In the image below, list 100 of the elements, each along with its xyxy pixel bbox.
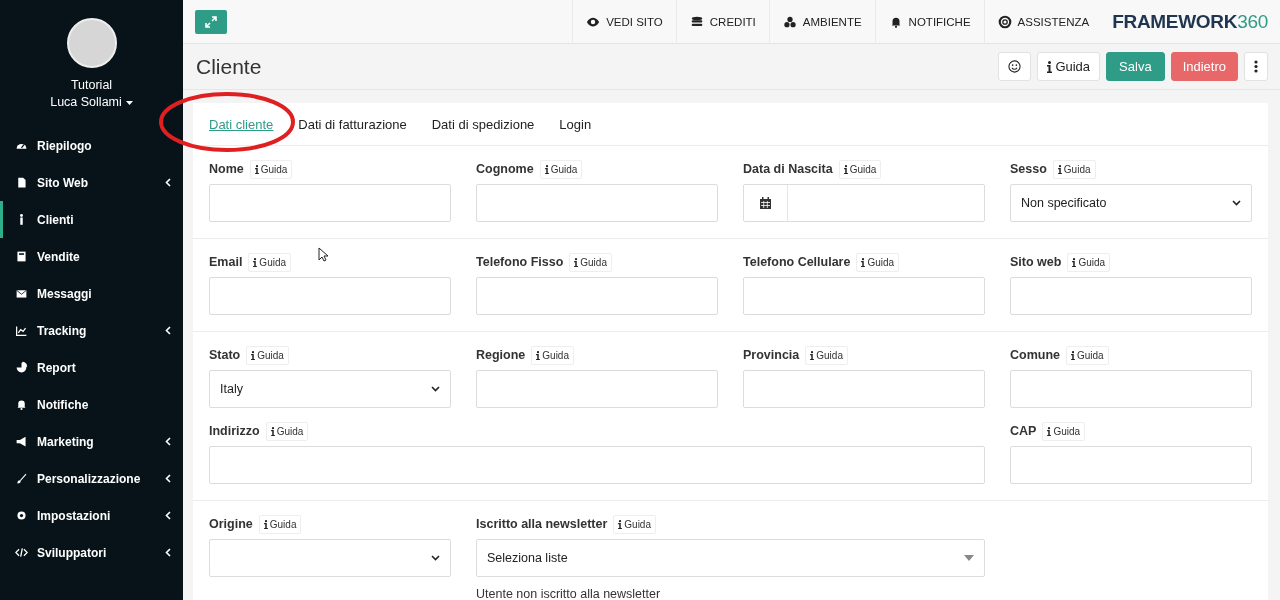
sidebar-item[interactable]: Sviluppatori	[0, 534, 183, 571]
guide-button[interactable]: Guida	[1067, 252, 1111, 272]
menu-item-icon	[15, 472, 28, 485]
info-icon	[251, 350, 256, 360]
info-icon	[1047, 60, 1053, 73]
text-field[interactable]	[476, 277, 718, 315]
tab[interactable]: Login	[559, 116, 592, 132]
date-field[interactable]	[743, 184, 985, 222]
text-field[interactable]	[1010, 277, 1252, 315]
top-nav-link[interactable]: CREDITI	[675, 0, 769, 44]
guide-button[interactable]: Guida	[613, 514, 656, 534]
tab[interactable]: Dati di fatturazione	[298, 116, 407, 132]
guide-button[interactable]: Guida	[1052, 159, 1096, 179]
info-icon	[843, 164, 848, 174]
sidebar-item[interactable]: Tracking	[0, 312, 183, 349]
tab[interactable]: Dati di spedizione	[431, 116, 535, 132]
emoji-button[interactable]	[998, 52, 1032, 81]
text-field[interactable]	[743, 370, 985, 408]
info-icon	[618, 519, 623, 529]
field-label: Sesso	[1010, 162, 1047, 176]
sidebar-item[interactable]: Vendite	[0, 238, 183, 275]
nav-icon	[689, 14, 704, 29]
sidebar-item[interactable]: Clienti	[0, 201, 183, 238]
sidebar-item[interactable]: Sito Web	[0, 164, 183, 201]
select-field[interactable]: Non specificato	[1010, 184, 1252, 222]
guide-button[interactable]: Guida	[1042, 421, 1086, 441]
smiley-icon	[1008, 60, 1022, 73]
menu-item-icon	[15, 546, 28, 559]
field-label: Regione	[476, 348, 526, 362]
menu-item-icon	[15, 176, 28, 189]
guide-button[interactable]: Guida	[569, 252, 612, 272]
text-field[interactable]	[209, 446, 985, 484]
top-nav-link[interactable]: ASSISTENZA	[983, 0, 1103, 44]
guide-button[interactable]: Guida	[531, 345, 574, 365]
info-icon	[254, 164, 259, 174]
guide-button[interactable]: Guida	[856, 252, 900, 272]
menu-item-icon	[15, 324, 28, 337]
field-label: Telefono Fisso	[476, 255, 564, 269]
mouse-pointer-icon	[318, 247, 328, 262]
guide-button[interactable]: Guida	[539, 159, 583, 179]
guide-button[interactable]: Guida	[265, 421, 309, 441]
caret-icon	[964, 555, 974, 561]
menu-item-icon	[15, 509, 28, 522]
top-nav-link[interactable]: VEDI SITO	[572, 0, 676, 44]
info-icon	[253, 257, 258, 267]
multi-select-field[interactable]: Seleziona liste	[476, 539, 985, 577]
user-menu[interactable]: Luca Sollami	[50, 94, 133, 111]
text-field[interactable]	[1010, 370, 1252, 408]
guide-button[interactable]: Guida	[246, 345, 289, 365]
tab[interactable]: Dati cliente	[209, 116, 274, 132]
select-field[interactable]: Italy	[209, 370, 451, 408]
sidebar-item[interactable]: Marketing	[0, 423, 183, 460]
field-label: Origine	[209, 517, 253, 531]
more-button[interactable]	[1244, 52, 1268, 81]
guide-button[interactable]: Guida	[248, 252, 292, 272]
menu-item-icon	[15, 250, 28, 263]
sidebar-item[interactable]: Riepilogo	[0, 127, 183, 164]
top-nav-link[interactable]: AMBIENTE	[768, 0, 875, 44]
text-field[interactable]	[209, 277, 451, 315]
user-role: Tutorial	[70, 77, 113, 94]
guide-button[interactable]: Guida	[838, 159, 882, 179]
sidebar-item[interactable]: Report	[0, 349, 183, 386]
sidebar-item[interactable]: Notifiche	[0, 386, 183, 423]
avatar	[66, 18, 117, 68]
text-field[interactable]	[743, 277, 985, 315]
brand-logo: FRAMEWORK360	[1112, 10, 1268, 33]
info-icon	[270, 426, 275, 436]
sidebar-item[interactable]: Personalizzazione	[0, 460, 183, 497]
text-field[interactable]	[1010, 446, 1252, 484]
field-label: Cognome	[476, 162, 534, 176]
sidebar-item[interactable]: Messaggi	[0, 275, 183, 312]
guide-button[interactable]: Guida	[1037, 52, 1101, 81]
guide-button[interactable]: Guida	[1066, 345, 1109, 365]
info-icon	[544, 164, 549, 174]
menu-item-icon	[15, 287, 28, 300]
sidebar-item[interactable]: Impostazioni	[0, 497, 183, 534]
menu-item-icon	[15, 361, 28, 374]
guide-button[interactable]: Guida	[258, 514, 302, 534]
text-field[interactable]	[476, 184, 718, 222]
field-label: Iscritto alla newsletter	[476, 517, 608, 531]
chevron-down-icon	[431, 555, 440, 561]
text-field[interactable]	[476, 370, 718, 408]
field-label: Email	[209, 255, 243, 269]
info-icon	[263, 519, 268, 529]
select-field[interactable]	[209, 539, 451, 577]
text-field[interactable]	[209, 184, 451, 222]
guide-button[interactable]: Guida	[249, 159, 293, 179]
field-label: Stato	[209, 348, 241, 362]
field-label: Data di Nascita	[743, 162, 833, 176]
chevron-down-icon	[1232, 200, 1241, 206]
kebab-icon	[1254, 60, 1258, 73]
field-label: Comune	[1010, 348, 1060, 362]
expand-button[interactable]	[195, 9, 227, 34]
help-text: Utente non iscritto alla newsletter	[476, 587, 662, 600]
top-nav-link[interactable]: NOTIFICHE	[874, 0, 984, 44]
field-label: Sito web	[1010, 255, 1062, 269]
info-icon	[536, 350, 541, 360]
caret-icon	[125, 100, 133, 105]
info-icon	[574, 257, 579, 267]
guide-button[interactable]: Guida	[805, 345, 848, 365]
